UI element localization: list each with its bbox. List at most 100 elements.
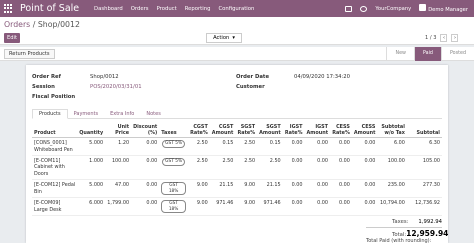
table-row[interactable]: [E-COM09] Large Desk 6.000 1,799.00 0.00… (32, 197, 442, 217)
subtotal-cell: 105.00 (406, 155, 442, 181)
unit-price-cell: 1,799.00 (105, 197, 132, 217)
status-bar: Return Products New Paid Posted (0, 46, 474, 61)
total-paid-label: Total Paid (with rounding): (366, 238, 432, 243)
igst-rate-cell: 0.00 (282, 179, 305, 199)
sgst-rate-cell: 9.00 (235, 197, 258, 217)
column-header[interactable]: Quantity (77, 123, 106, 139)
table-row[interactable]: [E-COM12] Pedal Bin 5.000 47.00 0.00 GST… (32, 179, 442, 199)
order-lines-table: Product Quantity Unit Price Discount (%)… (32, 123, 442, 217)
cgst-amount-cell: 0.15 (209, 137, 236, 156)
product-cell: [E-COM09] Large Desk (32, 197, 78, 217)
column-header[interactable]: Taxes (159, 123, 188, 139)
order-date-value: 04/09/2020 17:34:20 (294, 74, 351, 80)
tab-products[interactable]: Products (32, 109, 68, 119)
table-row[interactable]: [CONS_0001] Whiteboard Pen 5.000 1.20 0.… (32, 137, 442, 156)
cgst-amount-cell: 2.50 (209, 155, 236, 181)
cess-amount-cell: 0.00 (351, 155, 378, 181)
top-navbar: Point of Sale Dashboard Orders Product R… (0, 0, 474, 17)
app-title[interactable]: Point of Sale (20, 3, 88, 14)
breadcrumb-orders-link[interactable]: Orders (4, 20, 30, 29)
cess-rate-cell: 0.00 (330, 137, 352, 156)
taxes-total-value: 1,992.94 (418, 219, 442, 225)
pager-value[interactable]: 1 / 3 (425, 35, 436, 41)
quantity-cell: 5.000 (77, 179, 106, 199)
tax-tag: GST 18% (161, 200, 186, 214)
column-header[interactable]: IGST Amount (304, 123, 331, 139)
taxes-total-label: Taxes: (392, 219, 409, 225)
subtotal-cell: 6.30 (406, 137, 442, 156)
taxes-total-row: Taxes: 1,992.94 (366, 219, 442, 225)
product-cell: [E-COM12] Pedal Bin (32, 179, 78, 199)
tab-notes[interactable]: Notes (140, 109, 166, 119)
igst-amount-cell: 0.00 (304, 179, 331, 199)
apps-menu-icon[interactable] (4, 3, 14, 14)
session-link[interactable]: POS/2020/03/31/01 (90, 84, 142, 90)
user-name: Demo Manager (428, 7, 468, 13)
pager-next-icon[interactable]: › (451, 34, 459, 42)
unit-price-cell: 100.00 (105, 155, 132, 181)
action-label: Action (213, 35, 230, 41)
column-header[interactable]: Unit Price (105, 123, 132, 139)
column-header[interactable]: CGST Amount (209, 123, 236, 139)
column-header[interactable]: Product (32, 123, 78, 139)
chat-icon[interactable] (345, 5, 353, 12)
quantity-cell: 1.000 (77, 155, 106, 181)
breadcrumb-separator: / (30, 20, 38, 29)
menu-item-dashboard[interactable]: Dashboard (94, 6, 123, 12)
menu-item-configuration[interactable]: Configuration (218, 6, 254, 12)
pager: 1 / 3 ‹ › (425, 34, 459, 42)
igst-amount-cell: 0.00 (304, 197, 331, 217)
company-switcher[interactable]: YourCompany (375, 6, 411, 12)
menu-item-product[interactable]: Product (157, 6, 177, 12)
sgst-amount-cell: 21.15 (257, 179, 283, 199)
column-header[interactable]: IGST Rate% (282, 123, 305, 139)
column-header[interactable]: CESS Rate% (330, 123, 352, 139)
menu-item-reporting[interactable]: Reporting (185, 6, 211, 12)
user-menu[interactable]: Demo Manager (419, 4, 468, 13)
edit-button[interactable]: Edit (4, 33, 20, 43)
cgst-rate-cell: 9.00 (187, 197, 210, 217)
status-stages: New Paid Posted (386, 46, 474, 61)
discount-cell: 0.00 (131, 155, 160, 181)
sgst-rate-cell: 9.00 (235, 179, 258, 199)
tab-payments[interactable]: Payments (68, 109, 105, 119)
action-dropdown[interactable]: Action ▾ (206, 33, 242, 43)
activity-clock-icon[interactable] (360, 5, 368, 12)
order-totals: Taxes: 1,992.94 Total: 12,959.94 (366, 219, 448, 240)
cess-amount-cell: 0.00 (351, 197, 378, 217)
cess-rate-cell: 0.00 (330, 197, 352, 217)
order-ref-label: Order Ref (32, 74, 61, 80)
cgst-rate-cell: 2.50 (187, 155, 210, 181)
column-header[interactable]: Subtotal (406, 123, 442, 139)
main-menu: Dashboard Orders Product Reporting Confi… (94, 6, 254, 12)
sgst-rate-cell: 2.50 (235, 137, 258, 156)
order-ref-value: Shop/0012 (90, 74, 119, 80)
quantity-cell: 5.000 (77, 137, 106, 156)
quantity-cell: 6.000 (77, 197, 106, 217)
column-header[interactable]: CESS Amount (351, 123, 378, 139)
return-products-button[interactable]: Return Products (4, 48, 55, 59)
discount-cell: 0.00 (131, 179, 160, 199)
sgst-amount-cell: 0.15 (257, 137, 283, 156)
column-header[interactable]: Discount (%) (131, 123, 160, 139)
column-header[interactable]: SGST Amount (257, 123, 283, 139)
taxes-cell: GST 18% (159, 179, 188, 199)
menu-item-orders[interactable]: Orders (131, 6, 149, 12)
tab-extra-info[interactable]: Extra Info (104, 109, 140, 119)
status-stage-new: New (386, 46, 413, 61)
taxes-cell: GST 5% (159, 155, 188, 181)
status-stage-paid: Paid (413, 46, 441, 61)
igst-amount-cell: 0.00 (304, 155, 331, 181)
subtotal-wo-tax-cell: 10,794.00 (377, 197, 407, 217)
systray: YourCompany Demo Manager (345, 4, 474, 13)
column-header[interactable]: Subtotal w/o Tax (377, 123, 407, 139)
product-cell: [CONS_0001] Whiteboard Pen (32, 137, 78, 156)
notebook-tabs: Products Payments Extra Info Notes (32, 109, 442, 119)
table-row[interactable]: [E-COM11] Cabinet with Doors 1.000 100.0… (32, 155, 442, 181)
column-header[interactable]: SGST Rate% (235, 123, 258, 139)
sgst-amount-cell: 971.46 (257, 197, 283, 217)
subtotal-cell: 277.30 (406, 179, 442, 199)
pager-previous-icon[interactable]: ‹ (440, 34, 448, 42)
column-header[interactable]: CGST Rate% (187, 123, 210, 139)
breadcrumb: Orders / Shop/0012 (4, 20, 80, 29)
